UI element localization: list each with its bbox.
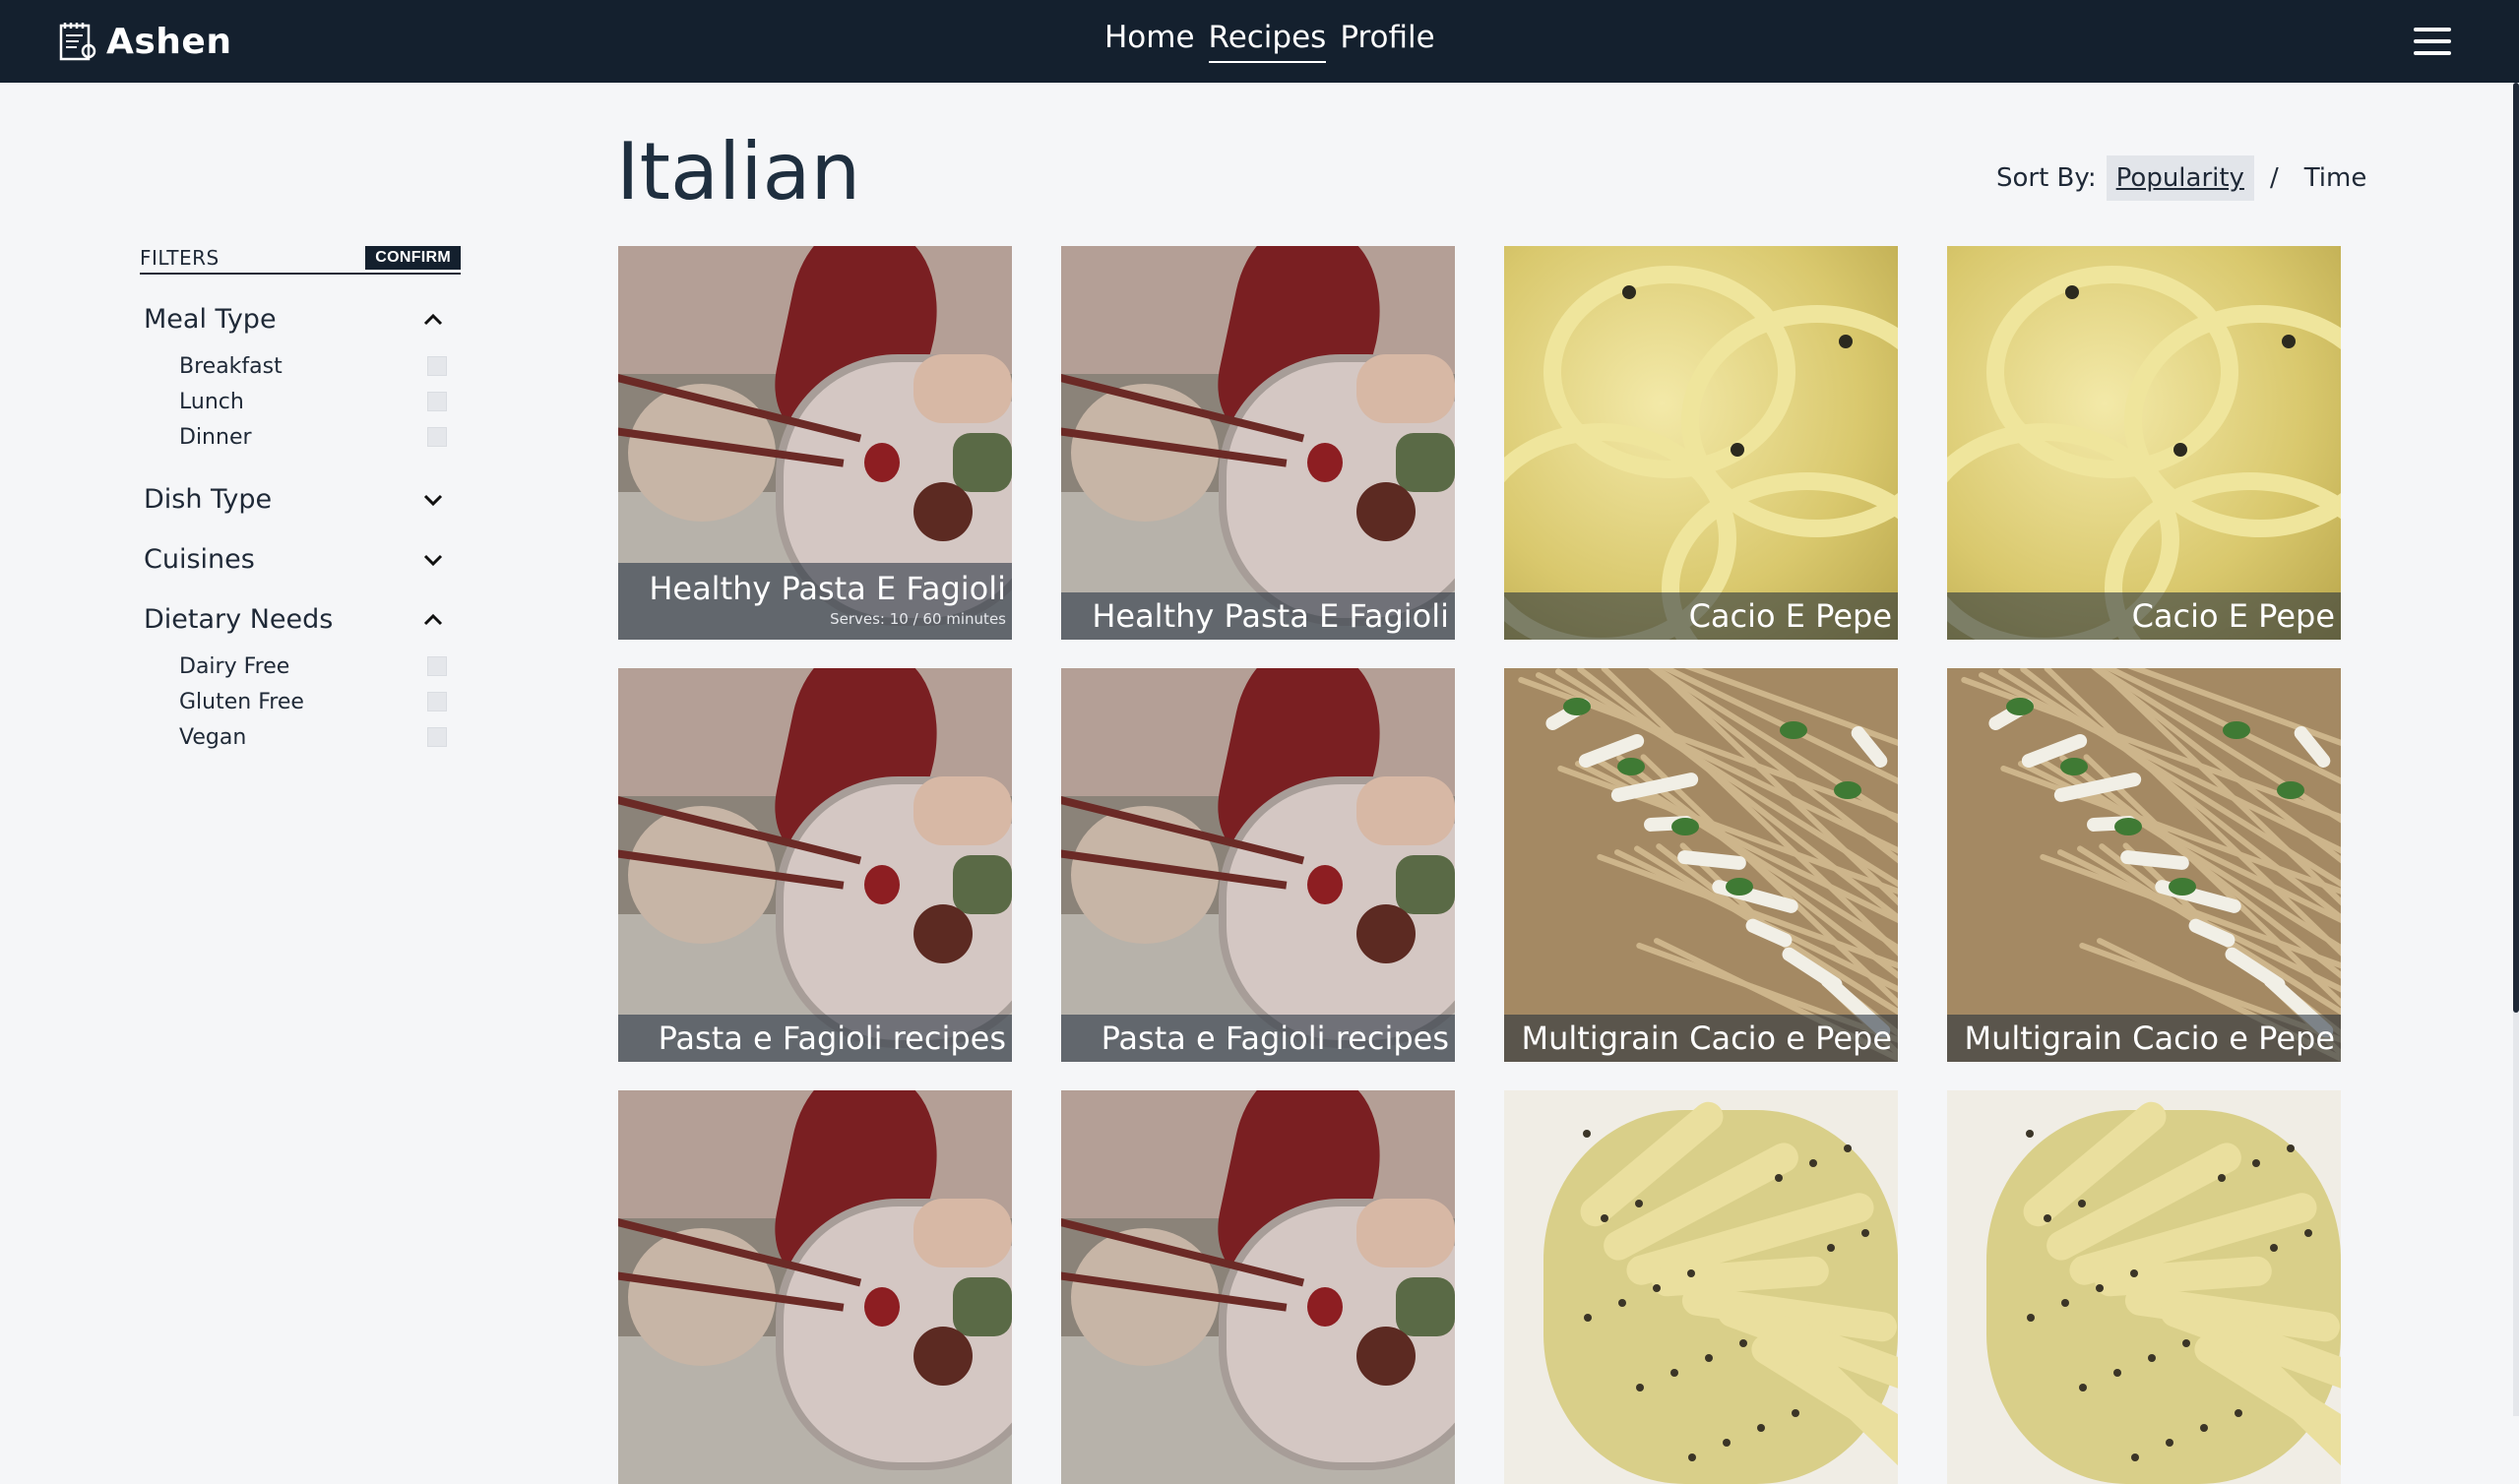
filter-group-title: Dish Type [144,484,273,515]
filter-option-lunch[interactable]: Lunch [140,384,461,419]
recipe-image[interactable] [1947,1090,2341,1484]
recipe-caption: Cacio E Pepe [1947,592,2341,640]
filter-option-label: Dinner [179,424,252,450]
chevron-up-icon[interactable] [421,608,445,632]
recipe-card[interactable]: Healthy Pasta E Fagioli [1061,246,1455,640]
recipe-name: Pasta e Fagioli recipes [1101,1020,1449,1057]
recipe-image[interactable] [1061,1090,1455,1484]
recipe-image[interactable] [618,668,1012,1062]
filter-group-header[interactable]: Dietary Needs [140,604,461,635]
recipe-caption: Multigrain Cacio e Pepe [1947,1015,2341,1062]
nav-home[interactable]: Home [1104,20,1195,63]
recipe-name: Pasta e Fagioli recipes [658,1020,1006,1057]
filter-option-gluten-free[interactable]: Gluten Free [140,684,461,719]
recipe-caption: Multigrain Cacio e Pepe [1504,1015,1898,1062]
checkbox[interactable] [427,692,447,711]
recipe-name: Healthy Pasta E Fagioli [649,570,1006,607]
sort-popularity[interactable]: Popularity [2106,155,2254,201]
recipe-caption: Pasta e Fagioli recipes [618,1015,1012,1062]
filter-option-label: Vegan [179,724,247,750]
checkbox[interactable] [427,392,447,411]
page-title: Italian [616,126,861,217]
filter-group-cuisines: Cuisines [140,544,461,575]
nav-profile[interactable]: Profile [1340,20,1434,63]
sort-control: Sort By: Popularity / Time [1996,155,2376,201]
sort-label: Sort By: [1996,163,2097,193]
checkbox[interactable] [427,356,447,376]
sort-time[interactable]: Time [2295,155,2377,201]
filter-option-dinner[interactable]: Dinner [140,419,461,455]
chevron-down-icon[interactable] [421,488,445,512]
recipe-image[interactable] [1504,668,1898,1062]
checkbox[interactable] [427,656,447,676]
brand-name: Ashen [106,21,232,62]
recipe-image[interactable] [1061,246,1455,640]
filter-option-vegan[interactable]: Vegan [140,719,461,755]
recipe-name: Multigrain Cacio e Pepe [1964,1020,2335,1057]
filter-option-dairy-free[interactable]: Dairy Free [140,649,461,684]
filter-group-header[interactable]: Meal Type [140,304,461,335]
recipe-image[interactable] [1504,246,1898,640]
filters-header: FILTERS CONFIRM [140,246,461,275]
recipe-caption: Cacio E Pepe [1504,592,1898,640]
recipe-name: Multigrain Cacio e Pepe [1521,1020,1892,1057]
recipe-name: Cacio E Pepe [2131,597,2335,635]
recipe-card[interactable]: Pasta e Fagioli recipes [618,668,1012,1062]
filters-sidebar: FILTERS CONFIRM Meal Type Breakfast Lunc… [140,246,461,755]
filter-group-meal-type: Meal Type Breakfast Lunch Dinner [140,304,461,455]
checkbox[interactable] [427,727,447,747]
recipe-card[interactable]: Healthy Pasta E Fagioli Serves: 10 / 60 m… [618,246,1012,640]
recipe-card[interactable] [1504,1090,1898,1484]
filter-option-label: Gluten Free [179,689,304,714]
sort-separator: / [2269,163,2279,193]
recipe-name: Cacio E Pepe [1688,597,1892,635]
filter-option-label: Dairy Free [179,653,290,679]
recipe-image[interactable] [1061,668,1455,1062]
main-nav: Home Recipes Profile [1104,20,1435,63]
filter-group-title: Cuisines [144,544,255,575]
recipe-card[interactable]: Multigrain Cacio e Pepe [1504,668,1898,1062]
recipe-image[interactable] [1504,1090,1898,1484]
filter-group-header[interactable]: Cuisines [140,544,461,575]
recipe-card[interactable] [618,1090,1012,1484]
recipe-caption: Pasta e Fagioli recipes [1061,1015,1455,1062]
recipe-name: Healthy Pasta E Fagioli [1092,597,1449,635]
filter-group-title: Meal Type [144,304,277,335]
recipe-image[interactable] [1947,246,2341,640]
recipe-image[interactable] [1947,668,2341,1062]
recipe-book-icon [59,23,96,61]
recipe-card[interactable]: Cacio E Pepe [1947,246,2341,640]
page-scrollbar[interactable] [2513,83,2519,1416]
recipe-image[interactable] [618,1090,1012,1484]
recipe-meta: Serves: 10 / 60 minutes [830,610,1006,628]
filters-label: FILTERS [140,246,220,270]
filter-option-label: Lunch [179,389,244,414]
filter-group-header[interactable]: Dish Type [140,484,461,515]
recipe-card[interactable]: Pasta e Fagioli recipes [1061,668,1455,1062]
recipe-card[interactable]: Cacio E Pepe [1504,246,1898,640]
chevron-down-icon[interactable] [421,548,445,572]
chevron-up-icon[interactable] [421,308,445,332]
filter-option-label: Breakfast [179,353,283,379]
recipe-card[interactable]: Multigrain Cacio e Pepe [1947,668,2341,1062]
filter-group-title: Dietary Needs [144,604,334,635]
hamburger-menu-icon[interactable] [2414,28,2451,55]
filter-option-breakfast[interactable]: Breakfast [140,348,461,384]
recipe-card[interactable] [1061,1090,1455,1484]
recipe-caption: Healthy Pasta E Fagioli Serves: 10 / 60 m… [618,563,1012,640]
checkbox[interactable] [427,427,447,447]
brand[interactable]: Ashen [55,18,231,65]
scrollbar-thumb[interactable] [2513,83,2519,1013]
nav-recipes[interactable]: Recipes [1208,20,1327,63]
top-navbar: Ashen Home Recipes Profile [0,0,2519,83]
recipe-card[interactable] [1947,1090,2341,1484]
filter-group-dish-type: Dish Type [140,484,461,515]
confirm-filters-button[interactable]: CONFIRM [365,246,461,270]
filter-group-dietary-needs: Dietary Needs Dairy Free Gluten Free Veg… [140,604,461,755]
recipe-caption: Healthy Pasta E Fagioli [1061,592,1455,640]
